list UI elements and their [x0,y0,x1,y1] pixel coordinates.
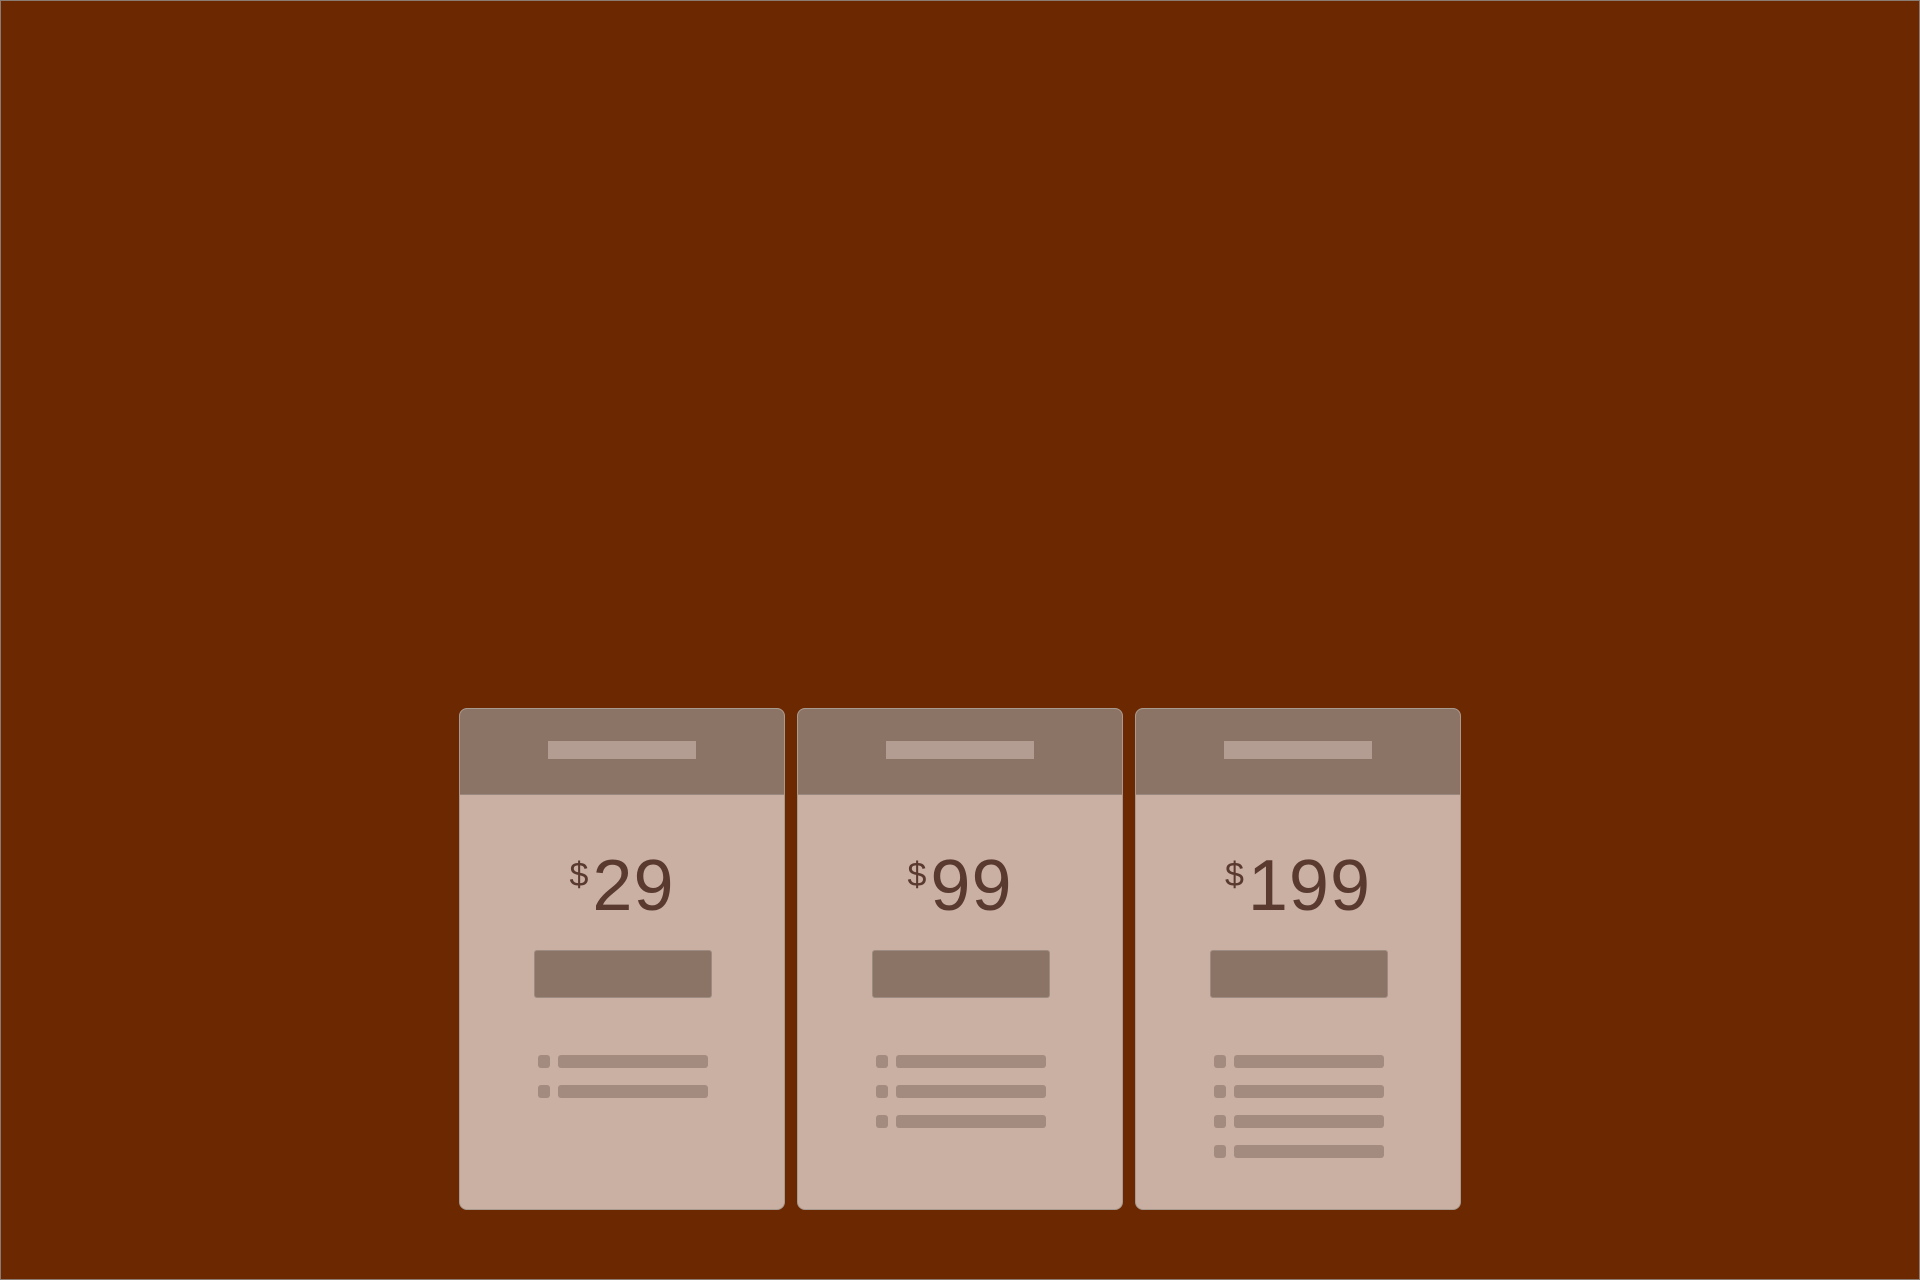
plan-price: $29 [460,850,784,922]
card-header [1136,709,1460,795]
feature-text-placeholder [1234,1114,1384,1128]
feature-text-placeholder [896,1084,1046,1098]
bullet-icon [1214,1114,1226,1128]
price-amount: 29 [592,846,675,926]
pricing-card-standard: $99 [797,708,1123,1210]
feature-item [1214,1084,1384,1098]
feature-item [538,1084,708,1098]
card-header [798,709,1122,795]
feature-text-placeholder [1234,1054,1384,1068]
pricing-card-basic: $29 [459,708,785,1210]
feature-list [1214,1054,1384,1174]
feature-item [876,1054,1046,1068]
currency-symbol: $ [907,856,927,894]
feature-text-placeholder [558,1084,708,1098]
plan-title-placeholder [886,741,1034,759]
card-header [460,709,784,795]
bullet-icon [876,1084,888,1098]
bullet-icon [538,1054,550,1068]
bullet-icon [1214,1084,1226,1098]
pricing-plans: $29 $99 $199 [459,708,1461,1210]
feature-item [1214,1054,1384,1068]
currency-symbol: $ [569,856,589,894]
plan-price: $99 [798,850,1122,922]
pricing-card-premium: $199 [1135,708,1461,1210]
plan-price: $199 [1136,850,1460,922]
select-plan-button[interactable] [1210,950,1388,998]
feature-text-placeholder [896,1054,1046,1068]
feature-item [538,1054,708,1068]
feature-text-placeholder [896,1114,1046,1128]
price-amount: 99 [930,846,1013,926]
currency-symbol: $ [1224,856,1244,894]
feature-item [876,1114,1046,1128]
feature-text-placeholder [1234,1144,1384,1158]
plan-title-placeholder [548,741,696,759]
select-plan-button[interactable] [872,950,1050,998]
bullet-icon [1214,1144,1226,1158]
price-amount: 199 [1247,846,1372,926]
plan-title-placeholder [1224,741,1372,759]
feature-text-placeholder [558,1054,708,1068]
feature-item [876,1084,1046,1098]
select-plan-button[interactable] [534,950,712,998]
feature-item [1214,1144,1384,1158]
feature-list [876,1054,1046,1144]
feature-text-placeholder [1234,1084,1384,1098]
bullet-icon [876,1114,888,1128]
feature-item [1214,1114,1384,1128]
bullet-icon [538,1084,550,1098]
feature-list [538,1054,708,1114]
bullet-icon [1214,1054,1226,1068]
bullet-icon [876,1054,888,1068]
